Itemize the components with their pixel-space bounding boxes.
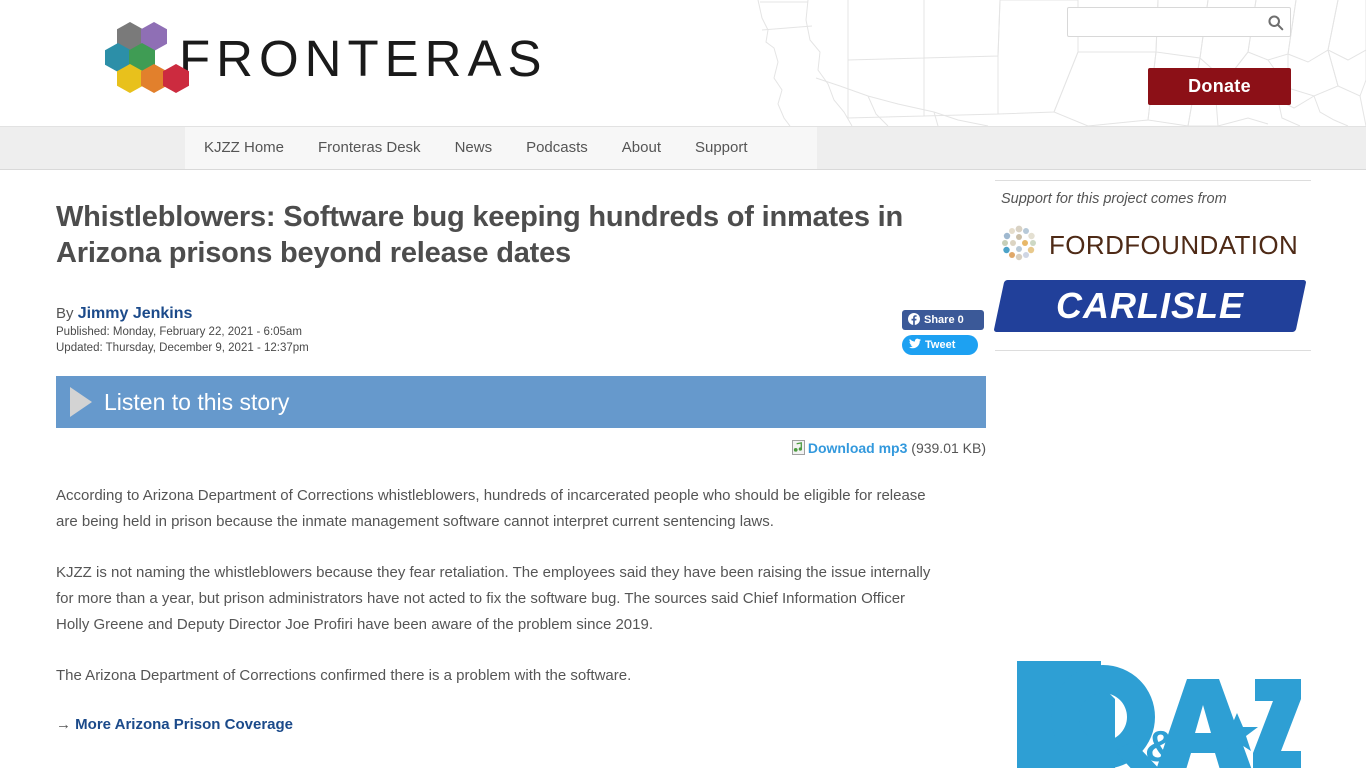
sidebar: Support for this project comes from FORD… — [993, 180, 1311, 768]
sidebar-divider-bottom — [995, 350, 1311, 351]
updated-date: Updated: Thursday, December 9, 2021 - 12… — [56, 341, 309, 354]
social-share-group: Share 0 Tweet — [902, 310, 988, 355]
twitter-share-label: Tweet — [925, 339, 956, 351]
article-paragraph-2: KJZZ is not naming the whistleblowers be… — [56, 564, 931, 633]
carlisle-name: CARLISLE — [1056, 285, 1244, 326]
fronteras-hexagon-icon — [95, 22, 189, 94]
nav-item-podcasts[interactable]: Podcasts — [509, 127, 605, 169]
byline: By Jimmy Jenkins — [56, 305, 988, 323]
download-mp3-link[interactable]: Download mp3 — [808, 440, 908, 456]
site-header: FRONTERAS Donate — [0, 0, 1366, 126]
article-paragraph-3: The Arizona Department of Corrections co… — [56, 667, 632, 684]
more-coverage-label: More Arizona Prison Coverage — [75, 716, 294, 733]
music-file-icon — [791, 440, 805, 458]
brand-name: FRONTERAS — [179, 29, 548, 87]
donate-button[interactable]: Donate — [1148, 68, 1291, 105]
listen-to-story-button[interactable]: Listen to this story — [56, 376, 986, 428]
play-icon — [70, 387, 92, 417]
article-paragraph-1: According to Arizona Department of Corre… — [56, 487, 926, 530]
sponsor-support-text: Support for this project comes from — [1001, 191, 1227, 207]
page-title: Whistleblowers: Software bug keeping hun… — [56, 201, 904, 269]
qaz-logo[interactable]: & — [1005, 655, 1301, 768]
search-box[interactable] — [1067, 7, 1291, 37]
listen-label: Listen to this story — [104, 388, 290, 415]
more-coverage-link[interactable]: → More Arizona Prison Coverage — [56, 716, 988, 733]
facebook-share-label: Share 0 — [924, 314, 964, 326]
byline-prefix: By — [56, 305, 78, 322]
article: Whistleblowers: Software bug keeping hun… — [56, 199, 988, 733]
nav-items-container: KJZZ Home Fronteras Desk News Podcasts A… — [185, 127, 817, 169]
twitter-icon — [909, 338, 921, 352]
ford-foundation-name: FORDFOUNDATION — [1049, 230, 1299, 260]
sponsor-carlisle[interactable]: CARLISLE — [993, 280, 1307, 332]
byline-row: By Jimmy Jenkins Published: Monday, Febr… — [56, 305, 988, 361]
twitter-share-button[interactable]: Tweet — [902, 335, 978, 355]
facebook-icon — [908, 312, 920, 328]
nav-item-news[interactable]: News — [438, 127, 510, 169]
site-logo[interactable]: FRONTERAS — [95, 18, 548, 98]
sponsor-ford-foundation[interactable]: FORDFOUNDATION — [995, 223, 1311, 268]
nav-item-fronteras-desk[interactable]: Fronteras Desk — [301, 127, 438, 169]
qaz-arizona-logo-icon: & — [1017, 661, 1301, 768]
arrow-right-icon: → — [56, 716, 76, 733]
author-link[interactable]: Jimmy Jenkins — [78, 305, 193, 322]
published-date: Published: Monday, February 22, 2021 - 6… — [56, 326, 302, 338]
ford-foundation-logo-icon — [999, 223, 1039, 268]
page-content: Whistleblowers: Software bug keeping hun… — [0, 170, 1366, 768]
nav-item-kjzz-home[interactable]: KJZZ Home — [185, 127, 301, 169]
file-size: (939.01 KB) — [911, 440, 986, 456]
facebook-share-button[interactable]: Share 0 — [902, 310, 984, 330]
search-input[interactable] — [1068, 9, 1260, 35]
search-icon[interactable] — [1260, 8, 1290, 36]
main-navigation: KJZZ Home Fronteras Desk News Podcasts A… — [0, 126, 1366, 170]
download-row: Download mp3 (939.01 KB) — [56, 440, 986, 458]
nav-item-support[interactable]: Support — [678, 127, 765, 169]
nav-item-about[interactable]: About — [605, 127, 678, 169]
